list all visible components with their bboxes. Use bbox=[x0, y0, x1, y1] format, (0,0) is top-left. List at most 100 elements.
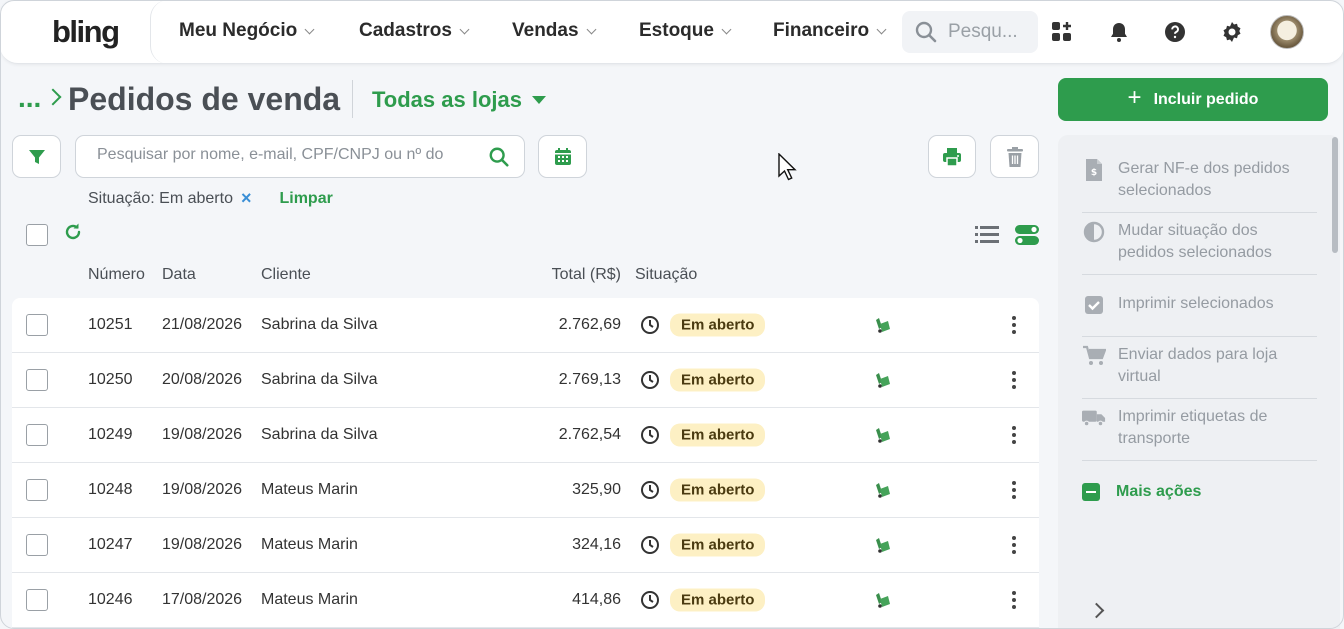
row-checkbox[interactable] bbox=[26, 369, 48, 391]
package-tag-icon[interactable] bbox=[874, 591, 892, 609]
refresh-icon[interactable] bbox=[63, 222, 83, 247]
nav-vendas[interactable]: Vendas bbox=[512, 20, 596, 42]
header-data[interactable]: Data bbox=[162, 266, 196, 284]
header-total[interactable]: Total (R$) bbox=[522, 266, 621, 284]
cell-cliente: Mateus Marin bbox=[261, 591, 358, 608]
status-badge: Em aberto bbox=[670, 588, 766, 612]
top-navbar: bling Meu Negócio Cadastros Vendas Estoq… bbox=[0, 0, 1344, 64]
row-checkbox[interactable] bbox=[26, 479, 48, 501]
logo-divider bbox=[150, 0, 168, 64]
scrollbar-thumb[interactable] bbox=[1332, 137, 1338, 253]
action-gerar-nfe[interactable]: $ Gerar NF-e dos pedidos selecionados bbox=[1082, 158, 1317, 213]
table-row[interactable]: 10251 21/08/2026 Sabrina da Silva 2.762,… bbox=[12, 298, 1039, 353]
table-row[interactable]: 10250 20/08/2026 Sabrina da Silva 2.769,… bbox=[12, 353, 1039, 408]
title-divider bbox=[352, 80, 353, 118]
table-row[interactable]: 10248 19/08/2026 Mateus Marin 325,90 Em … bbox=[12, 463, 1039, 518]
row-menu-icon[interactable] bbox=[1012, 316, 1016, 334]
clear-filters-link[interactable]: Limpar bbox=[279, 190, 332, 208]
table-row[interactable]: 10246 17/08/2026 Mateus Marin 414,86 Em … bbox=[12, 573, 1039, 628]
chevron-down-icon bbox=[876, 24, 887, 34]
nav-estoque[interactable]: Estoque bbox=[639, 20, 732, 42]
store-select[interactable]: Todas as lojas bbox=[372, 87, 546, 113]
orders-search[interactable] bbox=[75, 135, 525, 178]
filter-button[interactable] bbox=[12, 135, 61, 178]
orders-search-input[interactable] bbox=[97, 146, 447, 164]
nav-cadastros[interactable]: Cadastros bbox=[359, 20, 470, 42]
package-tag-icon[interactable] bbox=[874, 426, 892, 444]
cell-total: 2.762,54 bbox=[558, 426, 621, 443]
row-menu-icon[interactable] bbox=[1012, 426, 1016, 444]
gear-icon[interactable] bbox=[1219, 19, 1245, 45]
cell-numero: 10248 bbox=[88, 481, 133, 498]
header-numero[interactable]: Número bbox=[88, 266, 145, 284]
remove-filter-icon[interactable]: × bbox=[241, 188, 252, 209]
package-tag-icon[interactable] bbox=[874, 481, 892, 499]
print-button[interactable] bbox=[928, 135, 976, 178]
panel-scrollbar[interactable] bbox=[1330, 135, 1340, 520]
row-checkbox[interactable] bbox=[26, 589, 48, 611]
more-actions-button[interactable]: Mais ações bbox=[1082, 483, 1201, 501]
row-menu-icon[interactable] bbox=[1012, 371, 1016, 389]
action-imprimir-etiquetas[interactable]: Imprimir etiquetas de transporte bbox=[1082, 406, 1317, 461]
bell-icon[interactable] bbox=[1106, 19, 1132, 45]
help-icon[interactable] bbox=[1162, 19, 1188, 45]
invoice-icon: $ bbox=[1082, 158, 1106, 182]
row-checkbox[interactable] bbox=[26, 534, 48, 556]
row-checkbox[interactable] bbox=[26, 314, 48, 336]
chevron-down-icon bbox=[586, 24, 596, 34]
cell-data: 21/08/2026 bbox=[162, 316, 243, 333]
date-filter-button[interactable] bbox=[538, 135, 587, 178]
row-menu-icon[interactable] bbox=[1012, 591, 1016, 609]
action-mudar-situacao[interactable]: Mudar situação dos pedidos selecionados bbox=[1082, 220, 1317, 275]
cell-numero: 10250 bbox=[88, 371, 133, 388]
apps-icon[interactable] bbox=[1049, 19, 1075, 45]
package-tag-icon[interactable] bbox=[874, 536, 892, 554]
cell-data: 19/08/2026 bbox=[162, 426, 243, 443]
toggle-view-icon[interactable] bbox=[1015, 224, 1039, 251]
cell-cliente: Mateus Marin bbox=[261, 536, 358, 553]
chevron-down-icon bbox=[721, 24, 732, 34]
package-tag-icon[interactable] bbox=[874, 316, 892, 334]
clock-icon bbox=[641, 536, 659, 554]
clock-icon bbox=[641, 426, 659, 444]
list-view-icon[interactable] bbox=[975, 224, 999, 251]
header-cliente[interactable]: Cliente bbox=[261, 266, 311, 284]
delete-button[interactable] bbox=[990, 135, 1039, 178]
select-all-checkbox[interactable] bbox=[26, 224, 48, 246]
cell-total: 2.769,13 bbox=[558, 371, 621, 388]
clock-icon bbox=[641, 591, 659, 609]
status-badge: Em aberto bbox=[670, 313, 766, 337]
table-row[interactable]: 10249 19/08/2026 Sabrina da Silva 2.762,… bbox=[12, 408, 1039, 463]
checkbox-icon bbox=[1082, 293, 1106, 317]
trash-icon bbox=[1006, 146, 1023, 167]
cell-cliente: Sabrina da Silva bbox=[261, 426, 378, 443]
header-situacao[interactable]: Situação bbox=[635, 266, 697, 284]
filter-chip-label: Situação: Em aberto bbox=[88, 189, 233, 207]
nav-financeiro[interactable]: Financeiro bbox=[773, 20, 887, 42]
row-menu-icon[interactable] bbox=[1012, 481, 1016, 499]
actions-panel: $ Gerar NF-e dos pedidos selecionados Mu… bbox=[1058, 135, 1340, 629]
search-icon[interactable] bbox=[488, 146, 510, 168]
avatar[interactable] bbox=[1270, 15, 1304, 49]
clock-icon bbox=[641, 481, 659, 499]
global-search[interactable]: Pesqu... bbox=[902, 11, 1038, 53]
status-badge: Em aberto bbox=[670, 533, 766, 557]
status-badge: Em aberto bbox=[670, 368, 766, 392]
nav-meu-negocio[interactable]: Meu Negócio bbox=[179, 20, 315, 42]
breadcrumb-chevron-icon bbox=[44, 88, 62, 106]
row-checkbox[interactable] bbox=[26, 424, 48, 446]
filter-icon bbox=[28, 149, 45, 164]
bling-logo[interactable]: bling bbox=[52, 14, 120, 50]
chevron-down-icon bbox=[459, 24, 470, 34]
table-row[interactable]: 10247 19/08/2026 Mateus Marin 324,16 Em … bbox=[12, 518, 1039, 573]
row-menu-icon[interactable] bbox=[1012, 536, 1016, 554]
breadcrumb-ellipsis[interactable]: ... bbox=[18, 82, 41, 114]
cell-cliente: Sabrina da Silva bbox=[261, 371, 378, 388]
cart-icon bbox=[1082, 344, 1106, 368]
minus-square-icon bbox=[1082, 483, 1100, 501]
package-tag-icon[interactable] bbox=[874, 371, 892, 389]
cell-data: 19/08/2026 bbox=[162, 536, 243, 553]
action-enviar-loja-virtual[interactable]: Enviar dados para loja virtual bbox=[1082, 344, 1317, 399]
add-order-button[interactable]: + Incluir pedido bbox=[1058, 78, 1328, 121]
action-imprimir-selecionados[interactable]: Imprimir selecionados bbox=[1082, 293, 1317, 337]
